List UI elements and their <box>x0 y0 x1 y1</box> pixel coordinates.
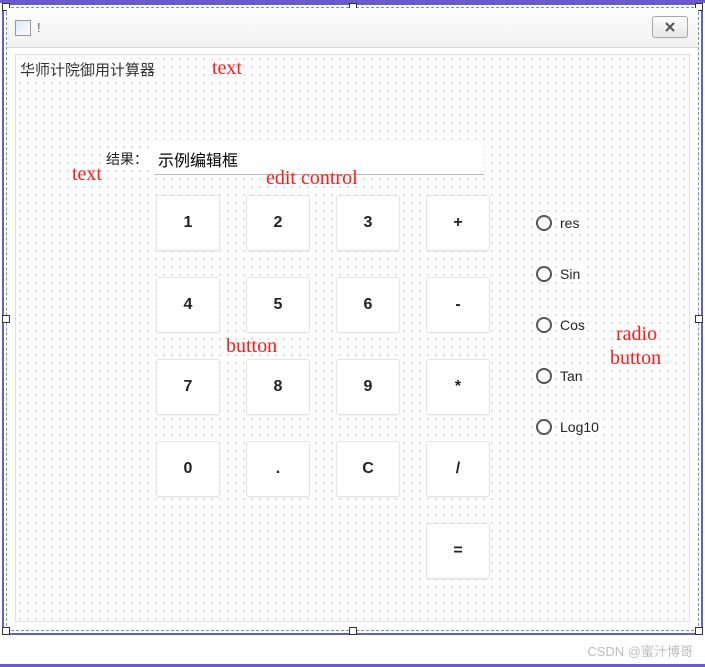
key-3[interactable]: 3 <box>336 195 400 251</box>
client-area: 华师计院御用计算器 结果： 1 2 3 + 4 5 6 - 7 8 9 * 0 … <box>15 54 690 622</box>
resize-handle[interactable] <box>695 315 703 323</box>
radio-icon <box>536 317 552 333</box>
annotation-text: text <box>212 57 242 80</box>
radio-icon <box>536 215 552 231</box>
resize-handle[interactable] <box>695 627 703 635</box>
app-heading: 华师计院御用计算器 <box>18 59 157 80</box>
close-button[interactable] <box>652 16 688 38</box>
key-5[interactable]: 5 <box>246 277 310 333</box>
key-7[interactable]: 7 <box>156 359 220 415</box>
function-radio-group: res Sin Cos Tan Log10 <box>536 215 601 435</box>
result-input[interactable] <box>154 143 484 175</box>
key-clear[interactable]: C <box>336 441 400 497</box>
radio-log10[interactable]: Log10 <box>536 419 601 435</box>
keypad: 1 2 3 + 4 5 6 - 7 8 9 * 0 . C / = <box>156 195 490 579</box>
annotation-radio-2: button <box>610 347 661 370</box>
key-6[interactable]: 6 <box>336 277 400 333</box>
key-1[interactable]: 1 <box>156 195 220 251</box>
radio-res[interactable]: res <box>536 215 601 231</box>
titlebar: ! <box>7 8 698 48</box>
watermark: CSDN @蜜汁博哥 <box>587 641 693 660</box>
key-minus[interactable]: - <box>426 277 490 333</box>
radio-label: Cos <box>558 317 587 333</box>
key-2[interactable]: 2 <box>246 195 310 251</box>
dialog-window: ! 华师计院御用计算器 结果： 1 2 3 + 4 5 6 - 7 8 9 * … <box>6 7 699 631</box>
radio-label: Sin <box>558 266 582 282</box>
result-row: 结果： <box>104 143 484 175</box>
key-8[interactable]: 8 <box>246 359 310 415</box>
resize-handle[interactable] <box>2 627 10 635</box>
radio-label: res <box>558 215 581 231</box>
annotation-radio-1: radio <box>616 323 657 346</box>
radio-tan[interactable]: Tan <box>536 368 601 384</box>
radio-label: Tan <box>558 368 585 384</box>
radio-icon <box>536 368 552 384</box>
key-divide[interactable]: / <box>426 441 490 497</box>
radio-label: Log10 <box>558 419 601 435</box>
app-icon <box>15 20 31 36</box>
window-title: ! <box>37 20 41 35</box>
result-label: 结果： <box>104 149 150 169</box>
key-dot[interactable]: . <box>246 441 310 497</box>
radio-icon <box>536 266 552 282</box>
key-4[interactable]: 4 <box>156 277 220 333</box>
key-0[interactable]: 0 <box>156 441 220 497</box>
radio-icon <box>536 419 552 435</box>
annotation-text: text <box>72 163 102 186</box>
key-multiply[interactable]: * <box>426 359 490 415</box>
radio-sin[interactable]: Sin <box>536 266 601 282</box>
close-icon <box>664 21 676 33</box>
key-equals[interactable]: = <box>426 523 490 579</box>
resize-handle[interactable] <box>349 627 357 635</box>
key-plus[interactable]: + <box>426 195 490 251</box>
resize-handle[interactable] <box>2 315 10 323</box>
key-9[interactable]: 9 <box>336 359 400 415</box>
radio-cos[interactable]: Cos <box>536 317 601 333</box>
